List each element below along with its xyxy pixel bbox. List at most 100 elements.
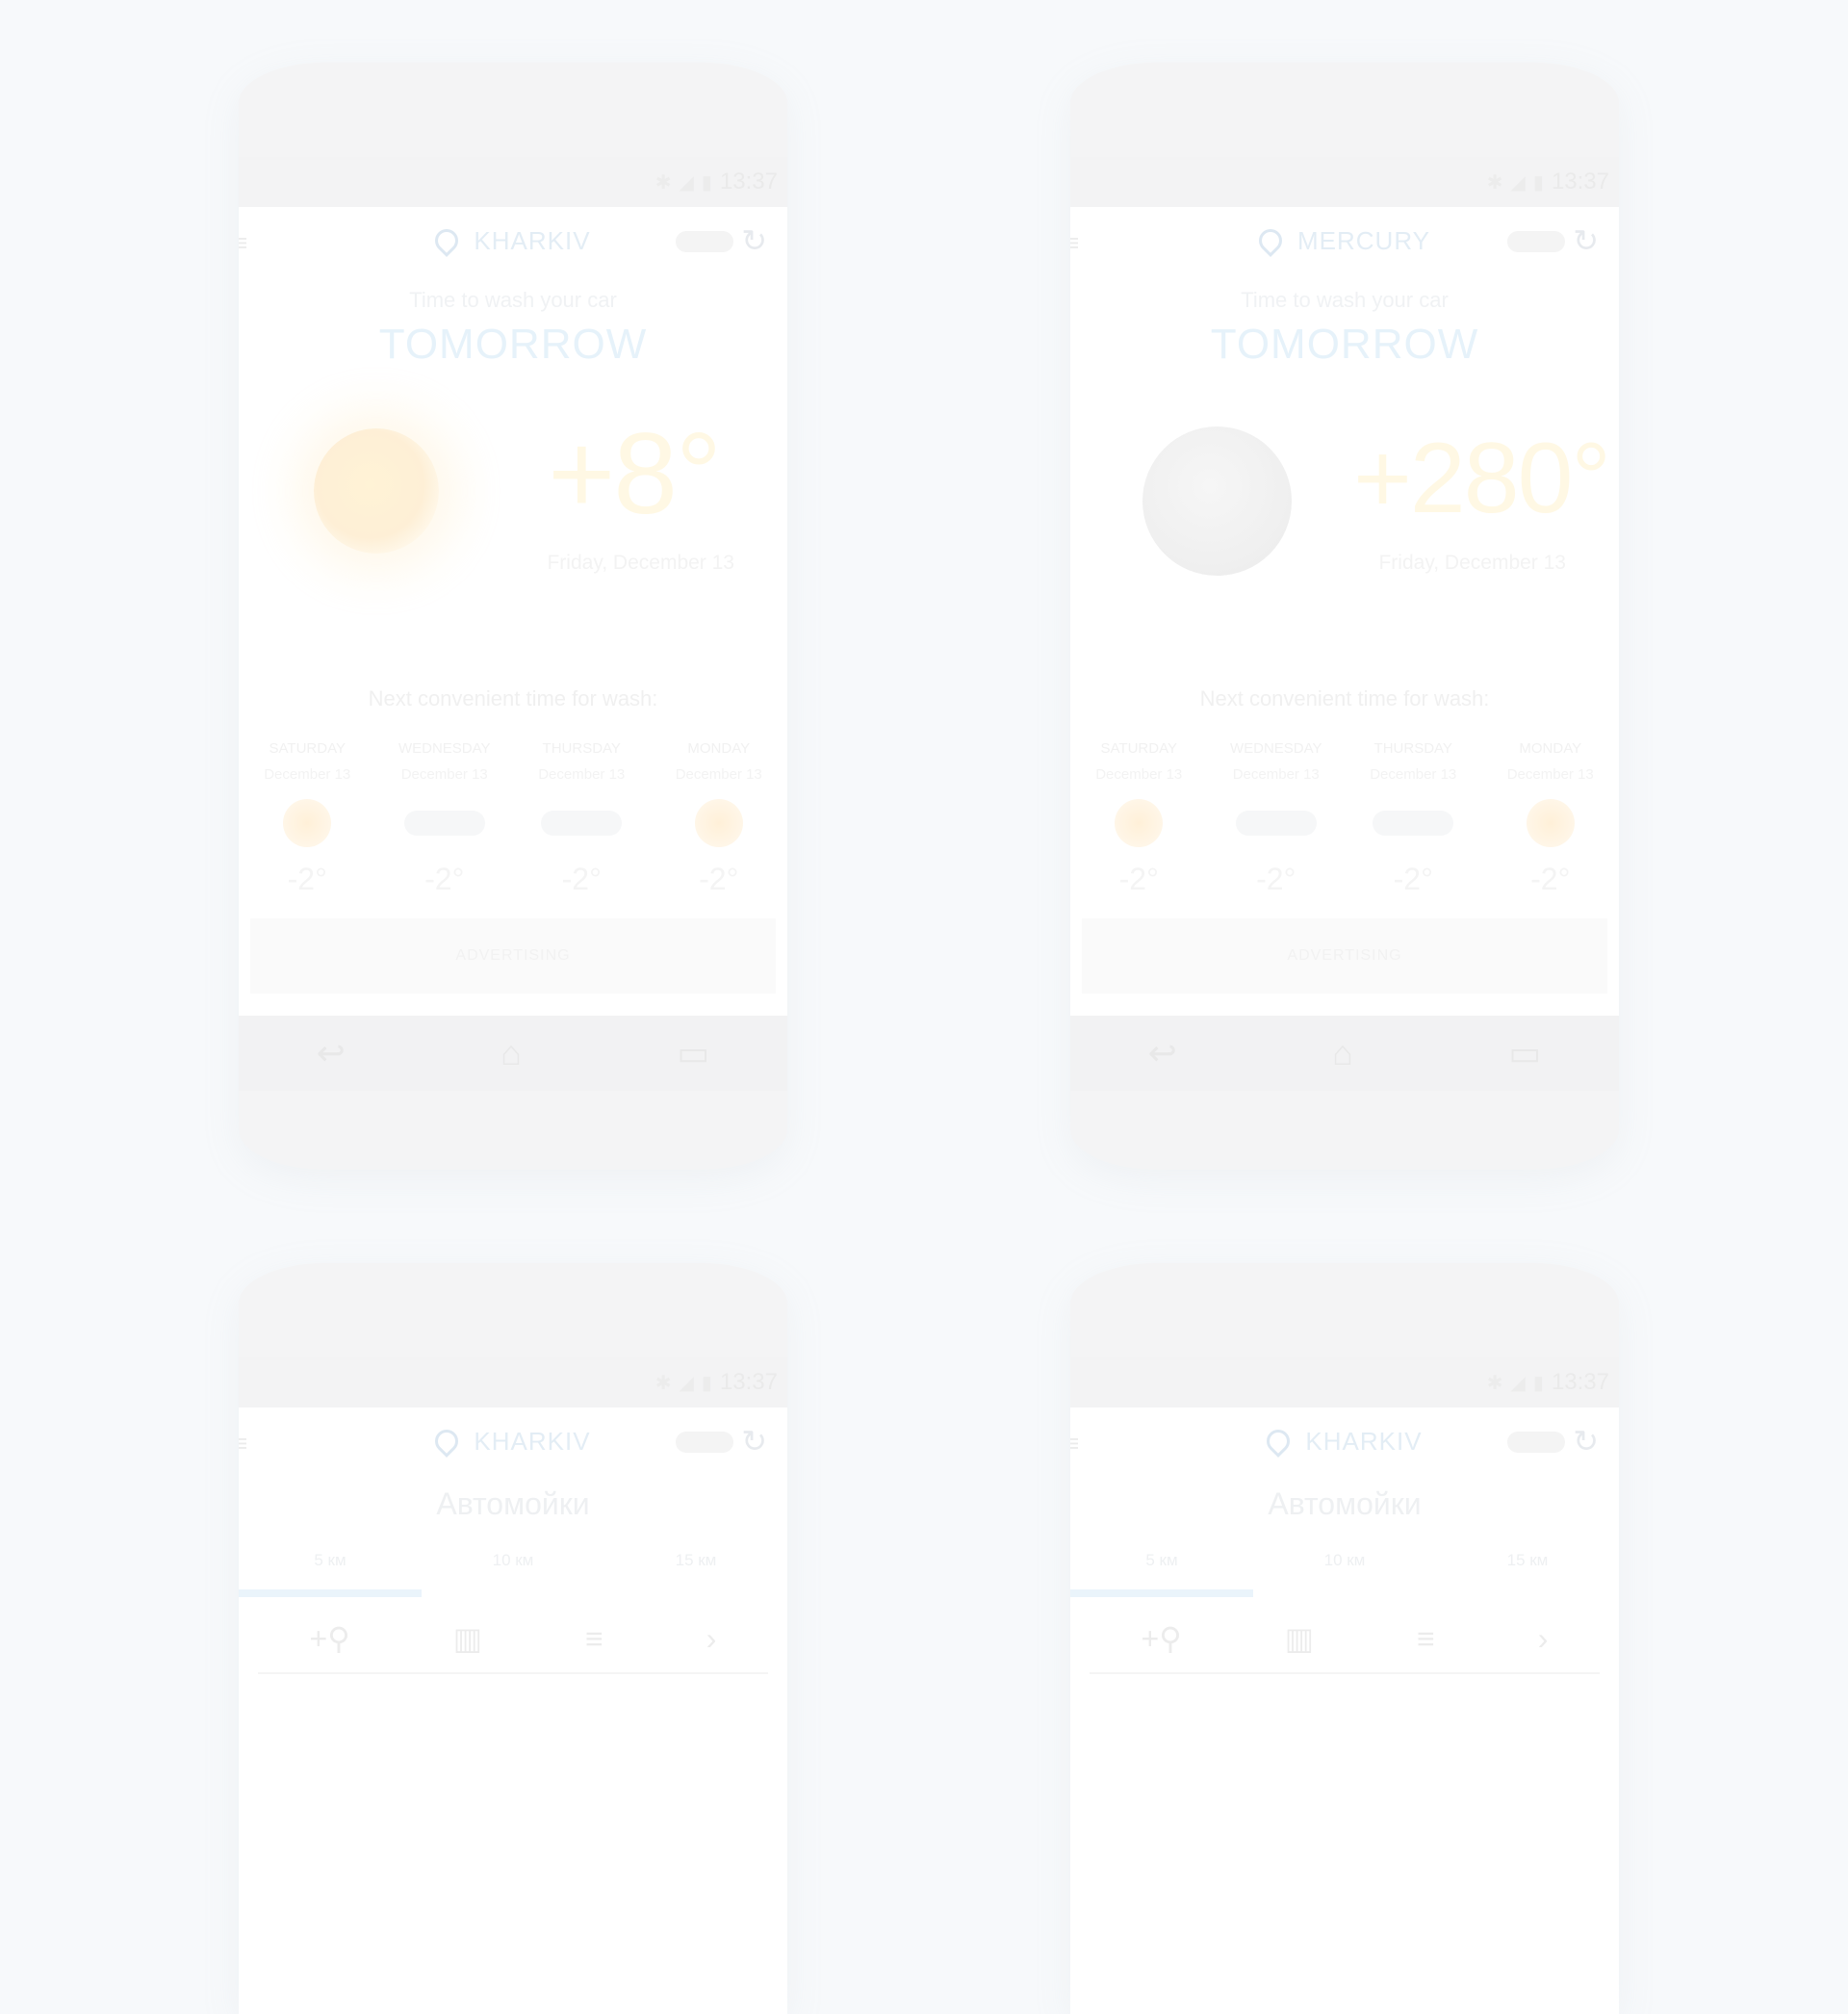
forecast-day[interactable]: WEDNESDAY December 13 -2° <box>1208 740 1346 897</box>
forecast-day[interactable]: SATURDAY December 13 -2° <box>239 740 376 897</box>
menu-icon[interactable]: ≡ <box>239 1429 248 1459</box>
day-temp: -2° <box>561 862 602 896</box>
day-temp: -2° <box>1118 862 1159 896</box>
distance-tabs: 5 км 10 км 15 км <box>239 1551 787 1589</box>
current-temp: +280° <box>1353 423 1611 534</box>
subtitle: Time to wash your car <box>409 288 617 312</box>
advertising-banner[interactable]: ADVERTISING <box>250 918 776 994</box>
city-name[interactable]: KHARKIV <box>1305 1427 1422 1457</box>
signal-icon: ◢ <box>1510 1372 1526 1394</box>
tab-5km[interactable]: 5 км <box>239 1551 422 1589</box>
distance-tabs: 5 км 10 км 15 км <box>1070 1551 1619 1589</box>
toggle-switch[interactable] <box>1507 1432 1565 1453</box>
headline: TOMORROW <box>378 321 648 368</box>
forecast-day[interactable]: THURSDAY December 13 -2° <box>513 740 651 897</box>
bluetooth-icon: ✱ <box>654 171 672 194</box>
forecast-day[interactable]: WEDNESDAY December 13 -2° <box>376 740 514 897</box>
toggle-switch[interactable] <box>676 231 733 252</box>
day-name: THURSDAY <box>1373 740 1452 757</box>
tab-15km[interactable]: 15 км <box>1436 1551 1619 1589</box>
phone-carwash-list: ✱ ◢ ▮ 13:37 ≡ KHARKIV ↻ Автомойки 5 км 1… <box>239 1263 787 2014</box>
location-pin-icon <box>1254 224 1287 257</box>
day-name: THURSDAY <box>542 740 621 757</box>
day-temp: -2° <box>1256 862 1296 896</box>
status-time: 13:37 <box>719 168 778 194</box>
day-date: December 13 <box>400 766 488 783</box>
home-icon[interactable]: ⌂ <box>1332 1033 1353 1073</box>
add-location-icon[interactable]: +⚲ <box>1142 1620 1182 1657</box>
current-temp: +8° <box>548 409 722 538</box>
menu-icon[interactable]: ≡ <box>1070 1429 1080 1459</box>
tab-10km[interactable]: 10 км <box>422 1551 604 1589</box>
headline: TOMORROW <box>1210 321 1479 368</box>
cloud-icon <box>1373 811 1454 836</box>
map-icon[interactable]: ▥ <box>1285 1620 1314 1657</box>
menu-icon[interactable]: ≡ <box>239 228 248 258</box>
list-toolbar: +⚲ ▥ ≡ › <box>1090 1605 1600 1674</box>
tab-5km[interactable]: 5 км <box>1070 1551 1253 1589</box>
status-time: 13:37 <box>1551 1369 1609 1395</box>
location-pin-icon <box>1262 1425 1296 1458</box>
page-title: Автомойки <box>1268 1486 1422 1521</box>
map-icon[interactable]: ▥ <box>453 1620 482 1657</box>
sun-icon <box>1526 799 1575 847</box>
refresh-icon[interactable]: ↻ <box>1573 1423 1600 1459</box>
day-temp: -2° <box>1393 862 1433 896</box>
tab-10km[interactable]: 10 км <box>1253 1551 1436 1589</box>
status-time: 13:37 <box>719 1369 778 1395</box>
forecast-days: SATURDAY December 13 -2° WEDNESDAY Decem… <box>1070 740 1619 897</box>
back-icon[interactable]: ↩ <box>1148 1033 1177 1073</box>
refresh-icon[interactable]: ↻ <box>741 222 768 259</box>
refresh-icon[interactable]: ↻ <box>1573 222 1600 259</box>
battery-icon: ▮ <box>1532 1372 1544 1394</box>
forecast-day[interactable]: SATURDAY December 13 -2° <box>1070 740 1208 897</box>
day-date: December 13 <box>538 766 626 783</box>
home-icon[interactable]: ⌂ <box>500 1033 522 1073</box>
tab-15km[interactable]: 15 км <box>604 1551 787 1589</box>
app-bar: ≡ KHARKIV ↻ <box>239 1407 787 1475</box>
back-icon[interactable]: ↩ <box>317 1033 346 1073</box>
subtitle: Time to wash your car <box>1241 288 1449 312</box>
list-icon[interactable]: ≡ <box>585 1621 603 1657</box>
chevron-right-icon[interactable]: › <box>1538 1621 1549 1657</box>
day-date: December 13 <box>1370 766 1457 783</box>
status-bar: ✱ ◢ ▮ 13:37 <box>239 157 787 207</box>
refresh-icon[interactable]: ↻ <box>741 1423 768 1459</box>
day-date: December 13 <box>1232 766 1320 783</box>
day-name: SATURDAY <box>269 740 346 757</box>
list-toolbar: +⚲ ▥ ≡ › <box>258 1605 768 1674</box>
chevron-right-icon[interactable]: › <box>706 1621 717 1657</box>
menu-icon[interactable]: ≡ <box>1070 228 1080 258</box>
weather-hero: +280° Friday, December 13 <box>1070 369 1619 658</box>
status-bar: ✱ ◢ ▮ 13:37 <box>1070 157 1619 207</box>
phone-carwash-list: ✱ ◢ ▮ 13:37 ≡ KHARKIV ↻ Автомойки 5 км 1… <box>1070 1263 1619 2014</box>
app-bar: ≡ KHARKIV ↻ <box>239 207 787 274</box>
battery-icon: ▮ <box>701 171 712 194</box>
toggle-switch[interactable] <box>676 1432 733 1453</box>
advertising-banner[interactable]: ADVERTISING <box>1082 918 1607 994</box>
forecast-day[interactable]: MONDAY December 13 -2° <box>1482 740 1620 897</box>
sun-cloud-icon <box>403 811 485 836</box>
sun-icon <box>314 428 439 554</box>
phone-mercury-weather: ✱ ◢ ▮ 13:37 ≡ MERCURY ↻ Time to wash you… <box>1070 63 1619 1170</box>
sun-icon <box>1115 799 1164 847</box>
status-bar: ✱ ◢ ▮ 13:37 <box>1070 1357 1619 1407</box>
city-name[interactable]: KHARKIV <box>474 1427 590 1457</box>
current-date: Friday, December 13 <box>547 552 734 574</box>
city-name[interactable]: MERCURY <box>1297 226 1430 256</box>
day-name: MONDAY <box>687 740 751 757</box>
list-icon[interactable]: ≡ <box>1417 1621 1435 1657</box>
recents-icon[interactable]: ▭ <box>677 1033 709 1073</box>
add-location-icon[interactable]: +⚲ <box>310 1620 350 1657</box>
forecast-day[interactable]: MONDAY December 13 -2° <box>651 740 788 897</box>
signal-icon: ◢ <box>679 171 694 194</box>
app-bar: ≡ KHARKIV ↻ <box>1070 1407 1619 1475</box>
status-time: 13:37 <box>1551 168 1609 194</box>
forecast-day[interactable]: THURSDAY December 13 -2° <box>1345 740 1482 897</box>
city-name[interactable]: KHARKIV <box>474 226 590 256</box>
recents-icon[interactable]: ▭ <box>1508 1033 1541 1073</box>
toggle-switch[interactable] <box>1507 231 1565 252</box>
location-pin-icon <box>430 224 464 257</box>
signal-icon: ◢ <box>679 1372 694 1394</box>
cloud-icon <box>541 811 623 836</box>
